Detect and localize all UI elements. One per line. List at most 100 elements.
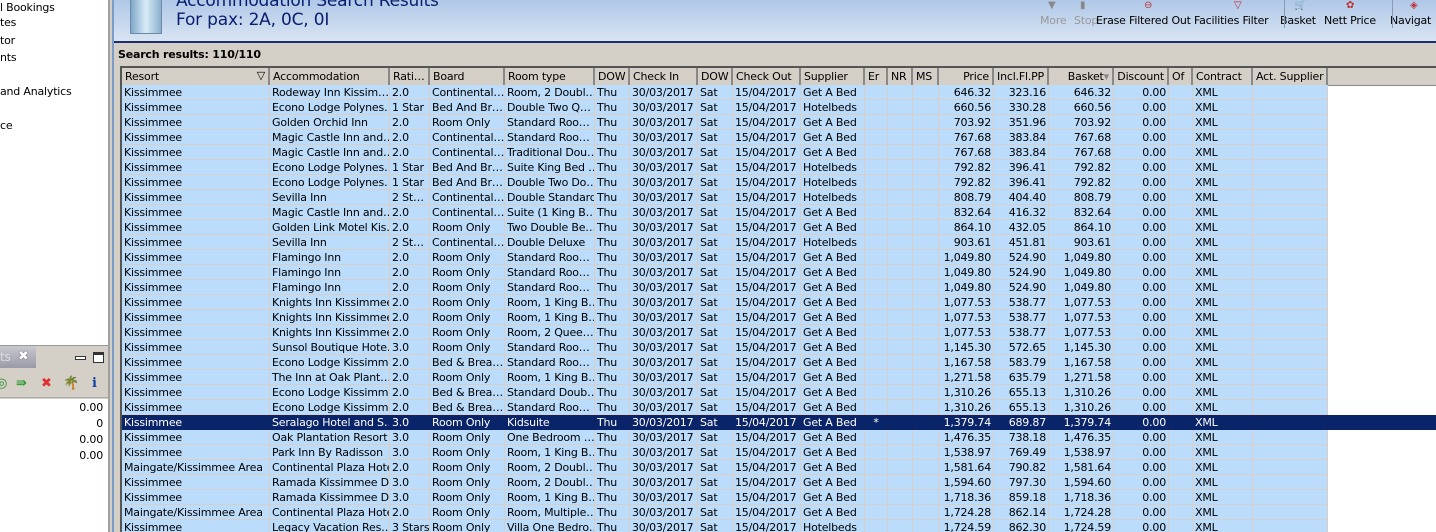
cell-incl-fl-pp: 655.13: [994, 400, 1049, 415]
cell-nr: [888, 280, 913, 295]
table-row[interactable]: Kissimmee Magic Castle Inn and… 2.0 Contine…: [122, 205, 1328, 220]
panel-tab[interactable]: ts ✖: [0, 346, 36, 368]
table-row[interactable]: Kissimmee Econo Lodge Kissimmee 2.0 Bed & B…: [122, 355, 1328, 370]
table-row[interactable]: Kissimmee Sevilla Inn 2 St… Continental… Dou…: [122, 190, 1328, 205]
column-header-price[interactable]: Price: [939, 68, 994, 86]
toolbar-button-stop[interactable]: Stop: [1074, 14, 1098, 27]
cell-supplier: Get A Bed: [801, 325, 865, 340]
cell-contract: XML: [1193, 205, 1253, 220]
cell-price: 832.64: [939, 205, 994, 220]
table-row[interactable]: Kissimmee Knights Inn Kissimmee 2.0 Room On…: [122, 295, 1328, 310]
column-header-er[interactable]: Er: [865, 68, 888, 86]
table-row[interactable]: Kissimmee Econo Lodge Polynes… 1 Star Bed A…: [122, 175, 1328, 190]
cell-of: [1169, 370, 1193, 385]
nav-item-quotes[interactable]: tes: [0, 16, 16, 29]
cell-supplier: Get A Bed: [801, 460, 865, 475]
cell-board: Room Only: [430, 220, 505, 235]
nav-item-finance[interactable]: ce: [0, 119, 13, 132]
cell-room-type: Standard Doub…: [505, 385, 595, 400]
table-row[interactable]: Kissimmee Flamingo Inn 2.0 Room Only Standar…: [122, 250, 1328, 265]
column-header-board[interactable]: Board: [430, 68, 505, 86]
refresh-icon[interactable]: ◎: [0, 376, 7, 391]
toolbar-separator: [1392, 0, 1393, 28]
delete-icon[interactable]: ✖: [41, 376, 52, 391]
cell-incl-fl-pp: 797.30: [994, 475, 1049, 490]
table-row[interactable]: Kissimmee Econo Lodge Polynes… 1 Star Bed A…: [122, 160, 1328, 175]
results-table[interactable]: Resort ▽ Accommodation Rati… Board Room type D…: [120, 66, 1436, 532]
cell-check-out: 15/04/2017: [733, 325, 801, 340]
info-icon[interactable]: i: [92, 376, 97, 391]
table-row[interactable]: Kissimmee Ramada Kissimmee D… 3.0 Room Only…: [122, 475, 1328, 490]
cell-dow: Sat: [698, 265, 733, 280]
nav-item-navigator[interactable]: tor: [0, 34, 15, 47]
column-header-dow[interactable]: DOW: [595, 68, 630, 86]
basket-move-icon[interactable]: ⇛: [16, 376, 27, 391]
table-row[interactable]: Kissimmee Magic Castle Inn and… 2.0 Contine…: [122, 130, 1328, 145]
cell-of: [1169, 475, 1193, 490]
cell-dow: Sat: [698, 490, 733, 505]
column-header-check-out[interactable]: Check Out: [733, 68, 801, 86]
table-row[interactable]: Kissimmee Legacy Vacation Res… 3 Stars Room…: [122, 520, 1328, 532]
table-row[interactable]: Kissimmee Rodeway Inn Kissim… 2.0 Continent…: [122, 85, 1328, 100]
cell-resort: Kissimmee: [122, 520, 270, 532]
cell-resort: Kissimmee: [122, 235, 270, 250]
column-header-accommodation[interactable]: Accommodation: [270, 68, 390, 86]
table-row[interactable]: Maingate/Kissimmee Area Continental Plaza…: [122, 505, 1328, 520]
column-header-dow[interactable]: DOW: [698, 68, 733, 86]
cell-basket: 703.92: [1049, 115, 1114, 130]
cell-board: Continental…: [430, 145, 505, 160]
cell-check-out: 15/04/2017: [733, 520, 801, 532]
column-header-of[interactable]: Of: [1169, 68, 1193, 86]
table-row[interactable]: Kissimmee Knights Inn Kissimmee 2.0 Room On…: [122, 325, 1328, 340]
cell-rati-: 3.0: [390, 430, 430, 445]
column-header-supplier[interactable]: Supplier: [801, 68, 865, 86]
column-header-contract[interactable]: Contract: [1193, 68, 1253, 86]
close-icon[interactable]: ✖: [18, 349, 29, 364]
column-header-nr[interactable]: NR: [888, 68, 913, 86]
column-header-incl-fl-pp[interactable]: Incl.Fl.PP: [994, 68, 1049, 86]
table-row[interactable]: Kissimmee Ramada Kissimmee D… 3.0 Room Only…: [122, 490, 1328, 505]
table-row[interactable]: Kissimmee Magic Castle Inn and… 2.0 Contine…: [122, 145, 1328, 160]
table-row[interactable]: Kissimmee Econo Lodge Kissimmee 2.0 Bed & B…: [122, 400, 1328, 415]
sort-desc-icon[interactable]: ▾: [1104, 70, 1110, 83]
table-row[interactable]: Kissimmee Golden Orchid Inn 2.0 Room Only St…: [122, 115, 1328, 130]
table-row[interactable]: Kissimmee Sunsol Boutique Hote… 3.0 Room On…: [122, 340, 1328, 355]
toolbar-button-facilities-filter[interactable]: Facilities Filter: [1194, 14, 1269, 27]
filter-icon[interactable]: ▽: [257, 69, 265, 82]
column-header-room-type[interactable]: Room type: [505, 68, 595, 86]
table-row[interactable]: Kissimmee The Inn at Oak Plant… 2.0 Room On…: [122, 370, 1328, 385]
maximize-icon[interactable]: [93, 352, 104, 363]
cell-nr: [888, 100, 913, 115]
toolbar-button-nett-price[interactable]: Nett Price: [1324, 14, 1376, 27]
column-header-discount[interactable]: Discount: [1114, 68, 1169, 86]
table-row[interactable]: Kissimmee Seralago Hotel and S… 3.0 Room On…: [122, 415, 1436, 430]
column-header-resort[interactable]: Resort ▽: [122, 68, 270, 86]
table-row[interactable]: Maingate/Kissimmee Area Continental Plaza…: [122, 460, 1328, 475]
palm-tree-icon[interactable]: 🌴: [63, 376, 79, 391]
column-header-check-in[interactable]: Check In: [630, 68, 698, 86]
table-row[interactable]: Kissimmee Knights Inn Kissimmee 2.0 Room On…: [122, 310, 1328, 325]
toolbar-button-basket[interactable]: Basket: [1280, 14, 1316, 27]
nav-item-bookings[interactable]: l Bookings: [0, 1, 55, 14]
minimize-icon[interactable]: [75, 356, 86, 360]
table-row[interactable]: Kissimmee Oak Plantation Resort 3.0 Room On…: [122, 430, 1328, 445]
toolbar-button-navigat[interactable]: Navigat: [1390, 14, 1431, 27]
column-header-rati-[interactable]: Rati…: [390, 68, 430, 86]
column-header-act-supplier[interactable]: Act. Supplier: [1253, 68, 1328, 86]
column-header-ms[interactable]: MS: [913, 68, 939, 86]
cell-rati-: 1 Star: [390, 175, 430, 190]
table-row[interactable]: Kissimmee Econo Lodge Polynes… 1 Star Bed A…: [122, 100, 1328, 115]
cell-room-type: Room, 1 King B…: [505, 445, 595, 460]
table-row[interactable]: Kissimmee Park Inn By Radisson 3.0 Room Onl…: [122, 445, 1328, 460]
table-row[interactable]: Kissimmee Flamingo Inn 2.0 Room Only Standar…: [122, 280, 1328, 295]
table-row[interactable]: Kissimmee Sevilla Inn 2 St… Continental… Dou…: [122, 235, 1328, 250]
nav-item-analytics[interactable]: and Analytics: [0, 85, 72, 98]
toolbar-button-more[interactable]: More: [1040, 14, 1067, 27]
nav-item-accounts[interactable]: nts: [0, 51, 17, 64]
toolbar-button-erase-filtered-out[interactable]: Erase Filtered Out: [1096, 14, 1191, 27]
cell-check-in: 30/03/2017: [630, 115, 698, 130]
table-row[interactable]: Kissimmee Econo Lodge Kissimmee 2.0 Bed & B…: [122, 385, 1328, 400]
table-row[interactable]: Kissimmee Flamingo Inn 2.0 Room Only Standar…: [122, 265, 1328, 280]
table-row[interactable]: Kissimmee Golden Link Motel Kis… 2.0 Room O…: [122, 220, 1328, 235]
column-header-basket[interactable]: Basket▾: [1049, 68, 1114, 86]
